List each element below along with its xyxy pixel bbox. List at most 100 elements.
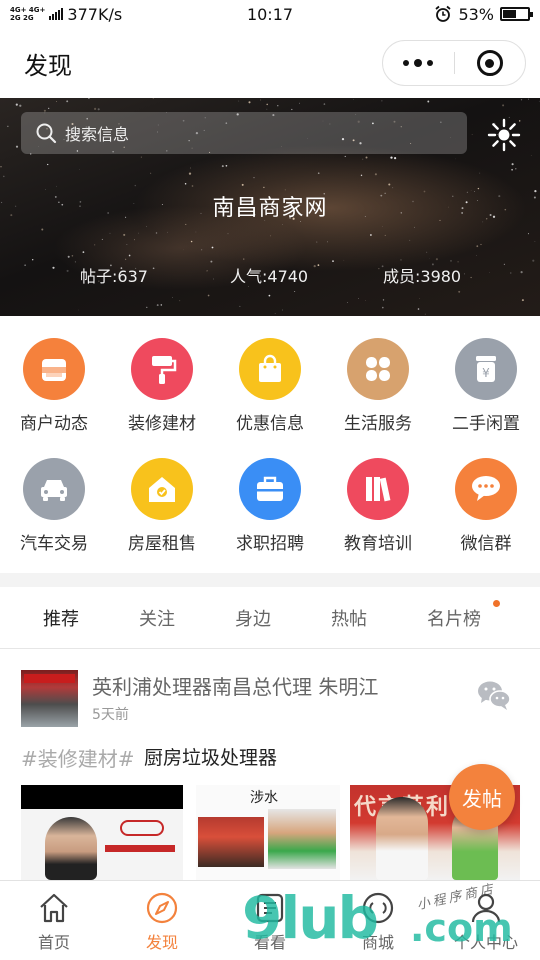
star bbox=[358, 297, 359, 299]
category-jobs[interactable]: 求职招聘 bbox=[216, 458, 324, 554]
star bbox=[82, 251, 85, 253]
home-icon bbox=[40, 893, 68, 923]
star bbox=[532, 259, 535, 262]
tabbar-label: 商城 bbox=[361, 933, 394, 952]
star bbox=[140, 156, 142, 158]
star bbox=[528, 98, 530, 100]
star bbox=[479, 172, 481, 174]
category-label: 教育培训 bbox=[344, 534, 412, 554]
network-type: 4G+ 4G+ 2G 2G bbox=[10, 6, 45, 22]
svg-text:¥: ¥ bbox=[482, 366, 490, 380]
post-image-1[interactable] bbox=[21, 785, 183, 880]
new-post-button[interactable]: 发帖 bbox=[449, 764, 515, 830]
star bbox=[243, 258, 245, 260]
star bbox=[41, 228, 44, 231]
star bbox=[266, 103, 268, 106]
star bbox=[489, 272, 490, 273]
tab-card-ranking[interactable]: 名片榜 bbox=[427, 605, 481, 631]
page-title: 发现 bbox=[24, 51, 72, 80]
tabbar-item-home[interactable]: 首页 bbox=[14, 891, 94, 953]
star bbox=[470, 276, 472, 279]
star bbox=[480, 243, 482, 246]
star bbox=[78, 309, 80, 311]
post-image-2-label: 涉水 bbox=[250, 790, 278, 806]
category-label: 装修建材 bbox=[128, 414, 196, 434]
tab-recommended[interactable]: 推荐 bbox=[43, 605, 79, 631]
category-education[interactable]: 教育培训 bbox=[324, 458, 432, 554]
star bbox=[418, 298, 420, 299]
bottom-tabbar: 首页 发现 看看 商城 个人中心 bbox=[0, 880, 540, 960]
star bbox=[191, 185, 194, 187]
star bbox=[390, 156, 393, 159]
tabbar-item-discover[interactable]: 发现 bbox=[122, 891, 202, 953]
star bbox=[188, 172, 192, 175]
category-wechat-groups[interactable]: 微信群 bbox=[432, 458, 540, 554]
star bbox=[88, 98, 90, 100]
star bbox=[184, 183, 187, 185]
category-icon-bg bbox=[239, 338, 301, 400]
star bbox=[160, 304, 163, 306]
star bbox=[150, 172, 152, 174]
category-housing[interactable]: 房屋租售 bbox=[108, 458, 216, 554]
star bbox=[327, 241, 328, 243]
post-author-title[interactable]: 英利浦处理器南昌总代理 朱明江 bbox=[92, 671, 378, 700]
star bbox=[97, 108, 100, 111]
category-life-services[interactable]: 生活服务 bbox=[324, 338, 432, 434]
tabbar-item-look[interactable]: 看看 bbox=[230, 891, 310, 953]
tabbar-item-store[interactable]: 商城 bbox=[338, 891, 418, 953]
post-author-avatar[interactable] bbox=[21, 670, 78, 727]
star bbox=[134, 239, 135, 241]
star bbox=[429, 258, 431, 259]
nav-bar: 发现 bbox=[0, 28, 540, 98]
scan-icon[interactable] bbox=[486, 117, 522, 153]
star bbox=[381, 100, 383, 102]
star bbox=[503, 263, 506, 266]
star bbox=[266, 108, 268, 110]
star bbox=[520, 271, 523, 274]
post-category-tag[interactable]: #装修建材# bbox=[21, 743, 135, 772]
star bbox=[471, 134, 473, 135]
category-icon-bg bbox=[131, 338, 193, 400]
star bbox=[24, 264, 26, 266]
star bbox=[365, 156, 368, 159]
star bbox=[417, 308, 420, 310]
star bbox=[388, 183, 391, 186]
category-discounts[interactable]: 优惠信息 bbox=[216, 338, 324, 434]
star bbox=[414, 226, 415, 228]
feed-tabs: 推荐 关注 身边 热帖 名片榜 bbox=[0, 587, 540, 649]
tabbar-label: 首页 bbox=[37, 933, 70, 952]
star bbox=[134, 184, 137, 187]
post-subject[interactable]: 厨房垃圾处理器 bbox=[144, 743, 277, 770]
close-miniprogram-button[interactable] bbox=[455, 50, 526, 76]
star bbox=[527, 233, 529, 235]
star bbox=[213, 278, 214, 280]
search-input[interactable]: 搜索信息 bbox=[21, 112, 467, 154]
category-second-hand[interactable]: ¥ 二手闲置 bbox=[432, 338, 540, 434]
close-miniprogram-icon bbox=[476, 50, 503, 76]
star bbox=[47, 163, 49, 166]
star bbox=[511, 168, 513, 171]
more-icon[interactable] bbox=[383, 58, 454, 67]
star bbox=[248, 101, 251, 104]
tab-following[interactable]: 关注 bbox=[139, 605, 175, 631]
category-decoration[interactable]: 装修建材 bbox=[108, 338, 216, 434]
tab-hot-posts[interactable]: 热帖 bbox=[331, 605, 367, 631]
category-car-trade[interactable]: 汽车交易 bbox=[0, 458, 108, 554]
star bbox=[195, 231, 197, 233]
category-icon-bg bbox=[347, 338, 409, 400]
star bbox=[94, 107, 97, 110]
post-image-2[interactable]: 涉水 bbox=[196, 785, 340, 880]
star bbox=[409, 239, 411, 241]
category-merchant-news[interactable]: 商户动态 bbox=[0, 338, 108, 434]
signal-icon bbox=[49, 8, 64, 20]
star bbox=[521, 299, 524, 302]
star bbox=[392, 187, 394, 189]
star bbox=[347, 302, 348, 304]
store-icon bbox=[362, 892, 394, 924]
category-icon-bg bbox=[455, 458, 517, 520]
tab-nearby[interactable]: 身边 bbox=[235, 605, 271, 631]
status-bar: 4G+ 4G+ 2G 2G 377K/s 10:17 53% bbox=[0, 0, 540, 28]
tabbar-item-profile[interactable]: 个人中心 bbox=[446, 891, 526, 953]
wechat-icon[interactable] bbox=[476, 679, 512, 711]
star bbox=[394, 157, 397, 160]
